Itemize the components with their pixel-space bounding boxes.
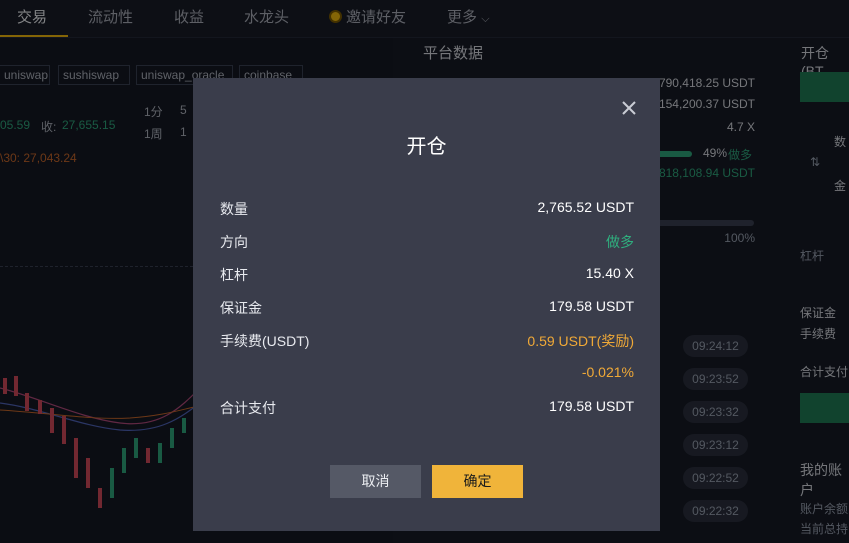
quantity-value: 2,765.52 USDT	[537, 199, 635, 215]
close-icon	[622, 101, 636, 115]
fee-value: 0.59 USDT(奖励)	[527, 333, 634, 349]
row-quantity: 数量 2,765.52 USDT	[220, 199, 634, 219]
modal-title: 开仓	[406, 136, 447, 158]
fee-label: 手续费(USDT)	[220, 333, 310, 349]
direction-label: 方向	[220, 234, 248, 250]
margin-label: 保证金	[220, 300, 262, 316]
total-value: 179.58 USDT	[549, 398, 634, 414]
leverage-label: 杠杆	[220, 267, 248, 283]
row-leverage: 杠杆 15.40 X	[220, 265, 634, 285]
cancel-button[interactable]: 取消	[330, 465, 421, 498]
row-margin: 保证金 179.58 USDT	[220, 298, 634, 318]
confirm-button[interactable]: 确定	[432, 465, 523, 498]
open-position-modal: 开仓 数量 2,765.52 USDT 方向 做多 杠杆 15.40 X 保证金…	[193, 78, 660, 531]
row-fee: 手续费(USDT) 0.59 USDT(奖励)	[220, 331, 634, 351]
row-total: 合计支付 179.58 USDT	[220, 398, 634, 418]
close-button[interactable]	[619, 98, 639, 118]
row-direction: 方向 做多	[220, 232, 634, 252]
fee-rate-value: -0.021%	[581, 364, 634, 380]
direction-value: 做多	[606, 234, 634, 250]
total-label: 合计支付	[220, 400, 276, 416]
quantity-label: 数量	[220, 201, 248, 217]
row-fee-rate: -0.021%	[220, 364, 634, 384]
margin-value: 179.58 USDT	[549, 298, 634, 314]
leverage-value: 15.40 X	[585, 265, 634, 281]
